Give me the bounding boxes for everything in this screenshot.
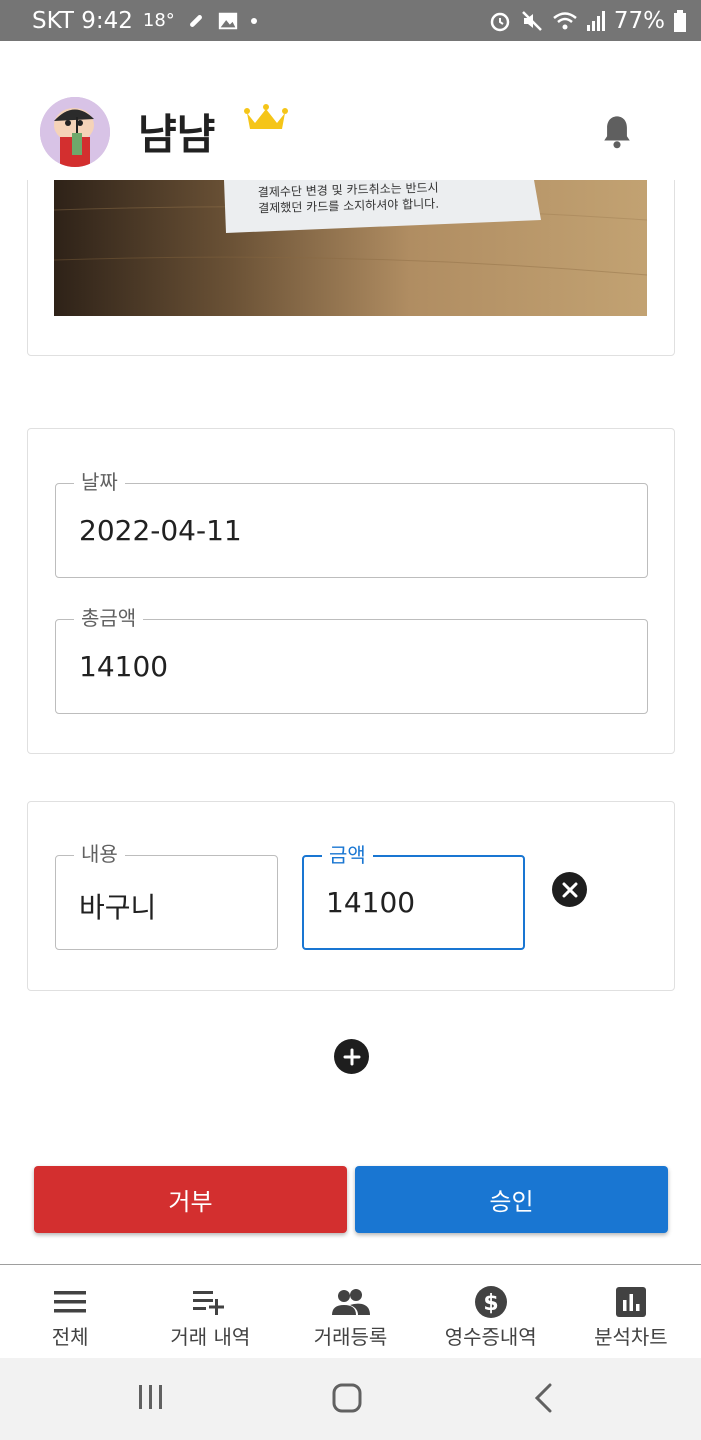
mute-icon (520, 9, 544, 33)
home-button[interactable] (331, 1382, 363, 1414)
item-amount-value: 14100 (326, 886, 416, 919)
item-amount-field[interactable]: 금액 14100 (302, 843, 525, 950)
reject-button[interactable]: 거부 (34, 1166, 347, 1233)
avatar[interactable] (40, 97, 110, 167)
item-amount-label: 금액 (322, 843, 373, 867)
total-amount-value: 14100 (79, 650, 169, 683)
status-carrier-time: SKT 9:42 (32, 7, 133, 34)
plus-icon (343, 1048, 361, 1066)
item-desc-label: 내용 (74, 842, 125, 866)
nav-item-transactions[interactable]: 거래 내역 (140, 1265, 280, 1358)
item-desc-field[interactable]: 내용 바구니 (55, 842, 278, 950)
people-icon (331, 1285, 371, 1319)
signal-icon (586, 10, 606, 32)
status-bar: SKT 9:42 18° 77% (0, 0, 701, 41)
total-amount-field[interactable]: 총금액 14100 (55, 606, 648, 714)
back-button[interactable] (530, 1382, 558, 1414)
add-item-button[interactable] (334, 1039, 369, 1074)
recent-apps-button[interactable] (136, 1382, 166, 1412)
nav-item-all[interactable]: 전체 (0, 1265, 140, 1358)
app-header: 냠냠 (0, 41, 701, 180)
total-amount-label: 총금액 (74, 606, 144, 630)
date-field[interactable]: 날짜 2022-04-11 (55, 470, 648, 578)
bell-icon[interactable] (600, 113, 634, 155)
system-nav-bar (0, 1358, 701, 1440)
nav-label-all: 전체 (51, 1325, 89, 1349)
nav-item-charts[interactable]: 분석차트 (561, 1265, 701, 1358)
nav-label-receipts: 영수증내역 (444, 1325, 537, 1349)
nav-item-register[interactable]: 거래등록 (280, 1265, 420, 1358)
battery-icon (673, 9, 687, 32)
bar-chart-icon (615, 1285, 647, 1319)
playlist-add-icon (192, 1285, 228, 1319)
back-icon (530, 1382, 558, 1414)
battery-percent: 77% (613, 7, 665, 34)
nav-item-receipts[interactable]: $ 영수증내역 (421, 1265, 561, 1358)
username: 냠냠 (138, 110, 216, 159)
receipt-image: 결제수단 변경 및 카드취소는 반드시 결제했던 카드를 소지하셔야 합니다. (54, 180, 647, 316)
nav-label-charts: 분석차트 (594, 1325, 668, 1349)
bottom-nav: 전체 거래 내역 거래등록 $ 영수증내역 분석차트 (0, 1264, 701, 1358)
status-temp: 18° (142, 10, 175, 31)
date-value: 2022-04-11 (79, 514, 242, 547)
nav-label-register: 거래등록 (313, 1325, 388, 1349)
alarm-icon (488, 9, 512, 33)
menu-icon (53, 1285, 87, 1319)
crown-icon (243, 103, 289, 139)
item-desc-value: 바구니 (79, 891, 157, 924)
nav-label-transactions: 거래 내역 (170, 1325, 251, 1349)
approve-button[interactable]: 승인 (355, 1166, 668, 1233)
svg-text:$: $ (483, 1291, 498, 1316)
dot-icon (249, 16, 259, 26)
item-card: 내용 바구니 금액 14100 (27, 801, 675, 991)
remove-item-button[interactable] (552, 872, 587, 907)
recent-apps-icon (136, 1382, 166, 1412)
wifi-icon (552, 9, 578, 33)
summary-card: 날짜 2022-04-11 총금액 14100 (27, 428, 675, 754)
dollar-icon: $ (474, 1285, 508, 1319)
date-label: 날짜 (74, 470, 125, 494)
link-icon (185, 10, 207, 32)
image-icon (217, 10, 239, 32)
close-icon (561, 881, 579, 899)
home-icon (331, 1382, 363, 1414)
